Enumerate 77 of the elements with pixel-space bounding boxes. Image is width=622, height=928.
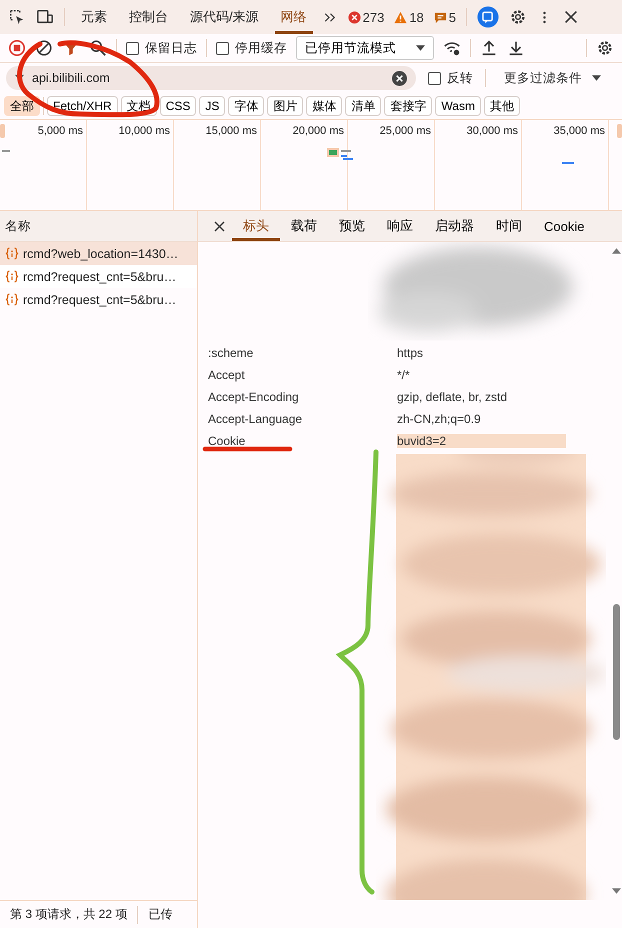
type-filter-chip[interactable]: Wasm: [435, 96, 481, 116]
more-filters-dropdown[interactable]: 更多过滤条件: [498, 68, 607, 88]
caret-icon: [592, 75, 601, 81]
column-header: 名称: [5, 218, 31, 234]
time-tick-label: 30,000 ms: [466, 125, 518, 137]
type-filter-chip[interactable]: 清单: [345, 96, 382, 116]
type-filter-chip[interactable]: 媒体: [306, 96, 342, 116]
detail-tab[interactable]: 响应: [376, 211, 424, 241]
time-tick-label: 15,000 ms: [206, 125, 257, 137]
range-handle[interactable]: [0, 124, 5, 138]
detail-tab[interactable]: 时间: [485, 211, 533, 241]
type-filter-chip[interactable]: 全部: [4, 96, 40, 116]
clear-icon[interactable]: [35, 39, 53, 57]
clear-icon[interactable]: [392, 71, 407, 86]
warning-icon: [394, 10, 408, 24]
assistant-icon[interactable]: [477, 6, 500, 28]
request-row[interactable]: rcmd?request_cnt=5&bru…: [0, 288, 197, 311]
settings-icon[interactable]: [596, 39, 614, 57]
type-filter-chip[interactable]: JS: [199, 96, 226, 116]
search-icon[interactable]: [89, 39, 107, 57]
panel-tab[interactable]: 源代码/来源: [184, 0, 265, 34]
close-icon[interactable]: [212, 218, 227, 234]
request-bars-drawing: [327, 148, 353, 160]
braces-icon: [5, 247, 19, 260]
header-name: Cookie: [207, 434, 246, 448]
device-icon[interactable]: [36, 8, 54, 26]
braces-icon: [5, 270, 19, 283]
panel-tab[interactable]: 控制台: [123, 0, 174, 34]
disable-cache-checkbox[interactable]: 停用缓存: [216, 40, 287, 56]
time-tick-label: 10,000 ms: [118, 125, 170, 137]
message-count: 5: [448, 10, 456, 24]
scroll-down-icon[interactable]: [612, 888, 621, 894]
download-icon[interactable]: [507, 39, 525, 57]
range-handle[interactable]: [617, 124, 622, 138]
error-icon: [348, 10, 361, 24]
preserve-log-checkbox[interactable]: 保留日志: [126, 40, 197, 56]
header-value: */*: [397, 368, 410, 382]
header-name: Accept: [207, 368, 246, 382]
type-filter-chip[interactable]: 其他: [484, 96, 520, 116]
header-name: Accept-Encoding: [207, 390, 300, 404]
header-value: buvid3=2: [397, 434, 566, 448]
type-filter-chip[interactable]: 字体: [228, 96, 264, 116]
request-count-text: 第 3 项请求，共 22 项: [10, 906, 128, 923]
header-value: gzip, deflate, br, zstd: [397, 390, 508, 404]
record-icon[interactable]: [8, 39, 26, 57]
time-tick-label: 5,000 ms: [38, 125, 83, 137]
detail-tab[interactable]: 启动器: [424, 211, 485, 241]
scrollbar-thumb[interactable]: [613, 604, 620, 740]
invert-checkbox[interactable]: 反转: [428, 70, 473, 86]
header-name: :scheme: [207, 346, 254, 360]
warning-count: 18: [409, 10, 424, 24]
time-tick-label: 25,000 ms: [380, 125, 431, 137]
transferred-text: 已传: [148, 906, 172, 923]
detail-tab[interactable]: 标头: [232, 211, 280, 241]
detail-tab[interactable]: 载荷: [280, 211, 328, 241]
inspect-icon[interactable]: [8, 8, 26, 26]
message-icon: [434, 10, 447, 24]
scroll-up-icon[interactable]: [612, 248, 621, 254]
caret-icon: [416, 45, 425, 51]
settings-icon[interactable]: [509, 8, 528, 26]
time-tick-label: 35,000 ms: [554, 125, 605, 137]
detail-tab[interactable]: Cookie: [533, 211, 596, 241]
error-count: 273: [362, 10, 384, 24]
request-row[interactable]: rcmd?web_location=1430…: [0, 242, 197, 265]
header-value: zh-CN,zh;q=0.9: [397, 412, 481, 426]
header-value: https: [397, 346, 424, 360]
throttling-dropdown[interactable]: 已停用节流模式: [296, 36, 434, 60]
type-filter-chip[interactable]: 图片: [267, 96, 304, 116]
type-filter-chip[interactable]: 套接字: [384, 96, 432, 116]
header-name: Accept-Language: [207, 412, 304, 426]
upload-icon[interactable]: [480, 39, 498, 57]
time-tick-label: 20,000 ms: [292, 125, 344, 137]
type-filter-chip[interactable]: CSS: [160, 96, 196, 116]
panel-tab[interactable]: 元素: [75, 0, 113, 34]
request-row[interactable]: rcmd?request_cnt=5&bru…: [0, 265, 197, 288]
detail-tab[interactable]: 预览: [328, 211, 376, 241]
braces-icon: [5, 293, 19, 306]
